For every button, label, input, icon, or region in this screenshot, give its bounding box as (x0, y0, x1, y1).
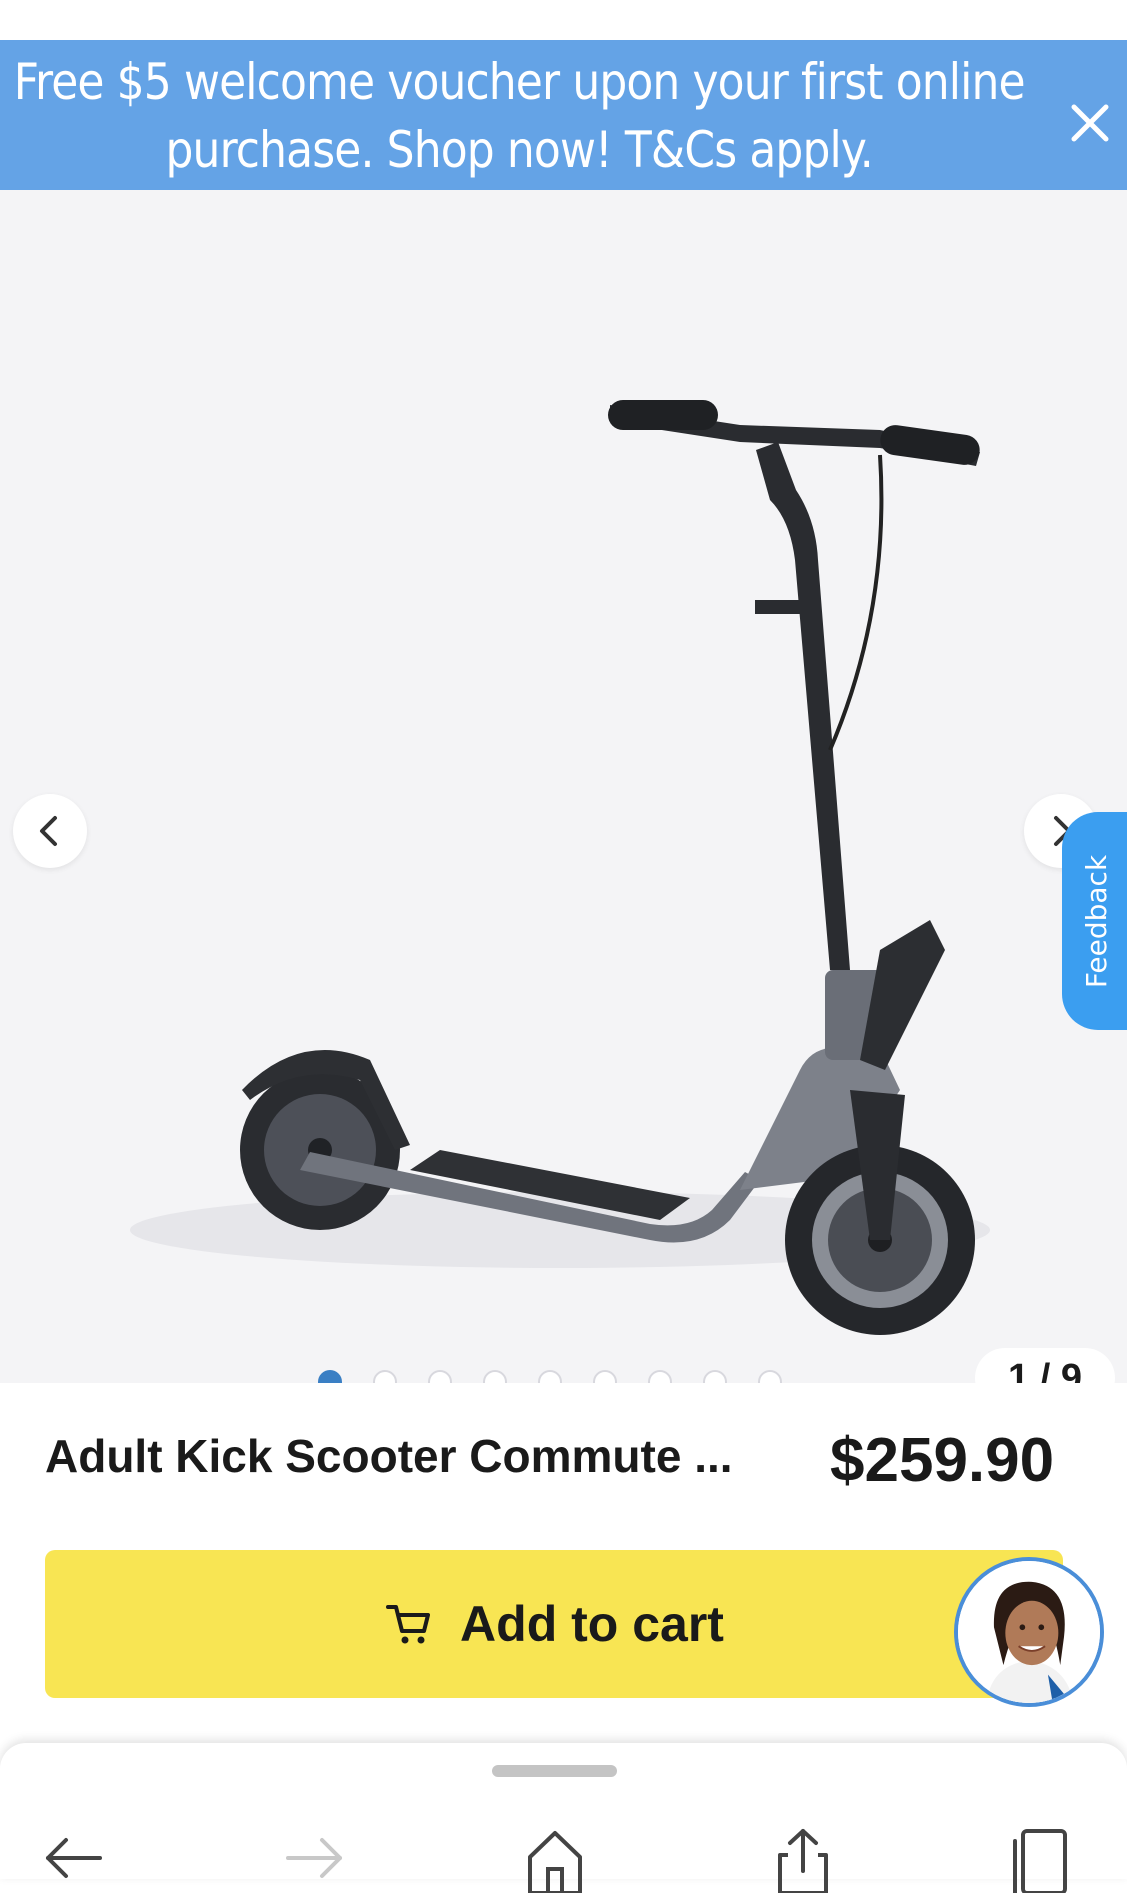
previous-image-button[interactable] (13, 794, 87, 868)
product-title: Adult Kick Scooter Commute ... (45, 1430, 733, 1482)
chevron-left-icon (40, 816, 57, 846)
home-icon (528, 1831, 582, 1895)
back-arrow-icon (46, 1838, 102, 1878)
feedback-tab[interactable]: Feedback (1062, 812, 1127, 1030)
close-icon (1071, 104, 1109, 142)
add-to-cart-label: Add to cart (460, 1596, 724, 1652)
promo-banner: Free $5 welcome voucher upon your first … (0, 40, 1127, 190)
forward-arrow-icon (286, 1838, 342, 1878)
product-info: Adult Kick Scooter Commute ... $259.90 A… (0, 1383, 1127, 1743)
assistant-avatar[interactable] (954, 1557, 1104, 1707)
add-to-cart-button[interactable]: Add to cart (45, 1550, 1063, 1698)
gallery-dot[interactable] (373, 1370, 397, 1383)
gallery-dot[interactable] (428, 1370, 452, 1383)
gallery-dot[interactable] (483, 1370, 507, 1383)
tabs-icon (1013, 1829, 1067, 1895)
close-banner-button[interactable] (1068, 101, 1122, 155)
gallery-dot[interactable] (703, 1370, 727, 1383)
tabs-button[interactable] (1005, 1823, 1075, 1895)
status-strip (0, 0, 1127, 40)
home-button[interactable] (520, 1823, 590, 1895)
product-image (130, 400, 990, 1335)
image-counter: 1 / 9 (975, 1348, 1115, 1383)
gallery-dot[interactable] (648, 1370, 672, 1383)
gallery-dot[interactable] (538, 1370, 562, 1383)
promo-text: Free $5 welcome voucher upon your first … (0, 48, 1038, 184)
gallery-dot[interactable] (758, 1370, 782, 1383)
gallery-dot[interactable] (593, 1370, 617, 1383)
promo-text-line1: Free $5 welcome voucher upon your first … (13, 53, 1026, 111)
gallery-dots (318, 1370, 782, 1383)
promo-text-line2: purchase. Shop now! T&Cs apply. (165, 121, 874, 179)
sheet-handle[interactable] (492, 1765, 617, 1777)
share-button[interactable] (768, 1823, 838, 1895)
product-gallery[interactable]: Feedback 1 / 9 (0, 190, 1127, 1383)
share-icon (778, 1829, 828, 1895)
gallery-dot[interactable] (318, 1370, 342, 1383)
forward-button[interactable] (278, 1823, 348, 1893)
assistant-avatar-image (958, 1561, 1100, 1703)
feedback-label: Feedback (1080, 854, 1114, 988)
back-button[interactable] (40, 1823, 110, 1893)
product-price: $259.90 (830, 1426, 1055, 1495)
cart-icon (386, 1605, 431, 1644)
browser-bottom-sheet (0, 1743, 1127, 1895)
